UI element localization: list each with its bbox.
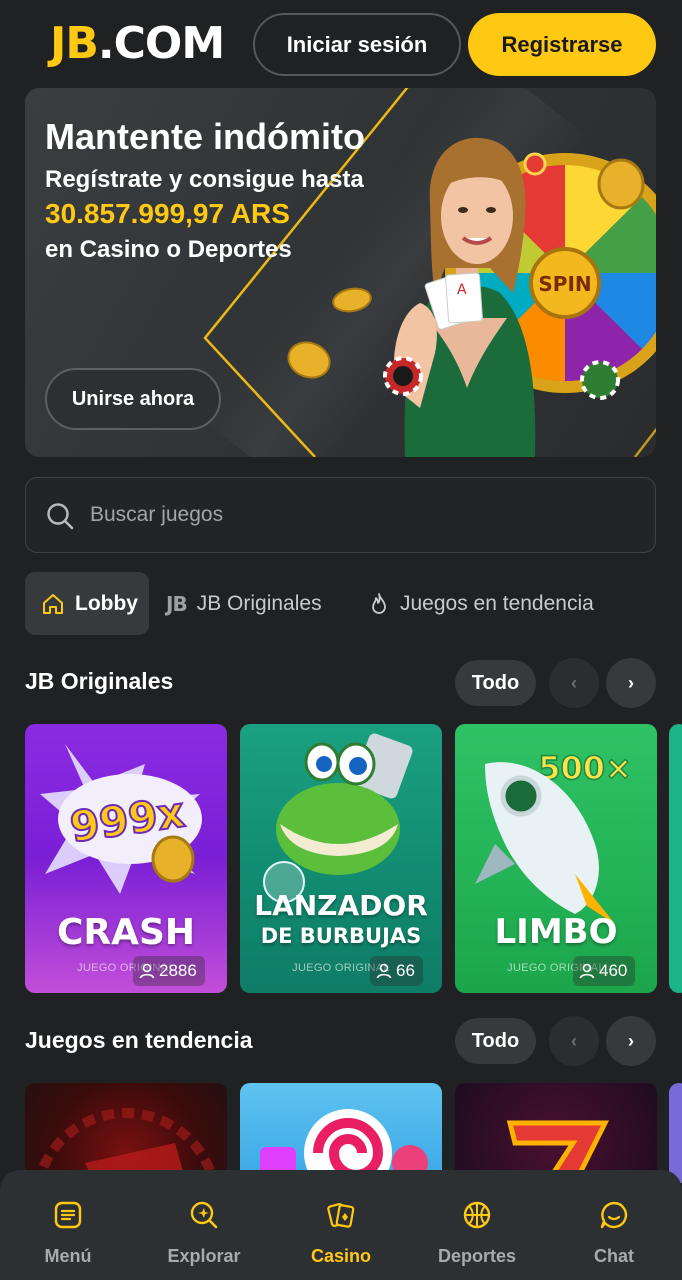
banner-subtitle-2: en Casino o Deportes: [45, 236, 292, 263]
wheel-spin-text: SPIN: [538, 272, 591, 296]
section-title-trending: Juegos en tendencia: [25, 1027, 253, 1053]
logo-com: .COM: [97, 18, 225, 69]
game-card-bubble-launcher[interactable]: LANZADOR DE BURBUJAS JUEGO ORIGINAL 66: [240, 724, 442, 993]
chat-icon: [600, 1201, 628, 1229]
trending-prev-button[interactable]: ‹: [549, 1016, 599, 1066]
join-now-button[interactable]: Unirse ahora: [45, 368, 221, 430]
explore-icon: [190, 1201, 218, 1229]
cards-icon: [327, 1203, 355, 1228]
tab-jb-originals-label: JB Originales: [196, 591, 322, 615]
svg-text:A: A: [457, 282, 467, 298]
flame-icon: [372, 592, 386, 614]
trending-game-card-2[interactable]: [240, 1083, 442, 1183]
tab-trending-games[interactable]: Juegos en tendencia: [368, 572, 594, 635]
game-title-bubble-launcher-line1: LANZADOR: [254, 889, 428, 922]
jb-logo[interactable]: JB.COM: [50, 18, 225, 70]
trending-next-button[interactable]: ›: [606, 1016, 656, 1066]
trending-game-3-artwork: [506, 1120, 610, 1183]
user-icon: [139, 963, 155, 979]
tab-lobby[interactable]: Lobby: [25, 572, 149, 635]
nav-chat-label: Chat: [594, 1246, 634, 1266]
players-count-limbo: 460: [599, 961, 628, 980]
user-icon: [579, 963, 595, 979]
tab-lobby-label: Lobby: [75, 591, 138, 615]
players-badge-bubble-launcher: 66: [370, 956, 423, 986]
originals-prev-button[interactable]: ‹: [549, 658, 599, 708]
home-icon: [43, 593, 63, 614]
nav-sports-label: Deportes: [437, 1246, 517, 1266]
nav-explore-label: Explorar: [167, 1246, 241, 1266]
trending-game-1-artwork: [33, 1108, 219, 1183]
nav-casino[interactable]: Casino: [276, 1170, 406, 1280]
game-card-crash[interactable]: 999x CRASH JUEGO ORIGINAL 2886: [25, 724, 227, 993]
players-badge-limbo: 460: [573, 956, 636, 986]
crocodile-artwork: [263, 733, 413, 903]
rocket-artwork: 500×: [475, 748, 633, 924]
search-input[interactable]: [90, 478, 640, 552]
originals-see-all-button[interactable]: Todo: [455, 660, 536, 706]
game-title-bubble-launcher-line2: DE BURBUJAS: [260, 924, 422, 948]
promo-banner[interactable]: SPIN A Mantente indómito Regístrate y co…: [25, 88, 656, 457]
nav-menu[interactable]: Menú: [3, 1170, 133, 1280]
login-button[interactable]: Iniciar sesión: [253, 13, 461, 76]
trending-game-2-artwork: [260, 1109, 428, 1183]
search-icon: [47, 503, 74, 530]
section-title-originals: JB Originales: [25, 668, 174, 694]
poker-chip-icon: [383, 356, 423, 396]
register-button[interactable]: Registrarse: [468, 13, 656, 76]
tab-jb-originals[interactable]: JB JB Originales: [166, 572, 322, 635]
basketball-icon: [463, 1201, 491, 1229]
logo-jb: JB: [50, 18, 99, 69]
game-card-limbo[interactable]: 500× LIMBO JUEGO ORIGINAL 460: [455, 724, 657, 993]
originals-next-button[interactable]: ›: [606, 658, 656, 708]
trending-see-all-button[interactable]: Todo: [455, 1018, 536, 1064]
players-count-crash: 2886: [159, 961, 197, 980]
trending-game-card-1[interactable]: [25, 1083, 227, 1183]
game-title-crash: CRASH: [56, 912, 196, 953]
banner-subtitle: Regístrate y consigue hasta: [45, 166, 364, 193]
tab-trending-label: Juegos en tendencia: [400, 591, 594, 615]
nav-casino-label: Casino: [310, 1246, 371, 1266]
nav-sports[interactable]: Deportes: [412, 1170, 542, 1280]
search-bar[interactable]: [25, 477, 656, 553]
nav-explore[interactable]: Explorar: [139, 1170, 269, 1280]
players-count-bubble-launcher: 66: [396, 961, 415, 980]
menu-icon: [54, 1201, 82, 1229]
banner-title: Mantente indómito: [45, 116, 365, 157]
game-card-partial[interactable]: [669, 724, 682, 993]
header: JB.COM Iniciar sesión Registrarse: [0, 0, 682, 88]
game-title-limbo: LIMBO: [494, 912, 618, 952]
banner-bonus-amount: 30.857.999,97 ARS: [45, 198, 290, 229]
jb-logo-icon: JB: [166, 591, 188, 616]
trending-game-card-partial[interactable]: [669, 1083, 682, 1183]
bottom-navigation: Menú Explorar Casino Deportes Chat: [0, 1170, 682, 1280]
nav-menu-label: Menú: [44, 1246, 92, 1266]
trending-game-card-3[interactable]: [455, 1083, 657, 1183]
user-icon: [376, 963, 392, 979]
nav-chat[interactable]: Chat: [549, 1170, 679, 1280]
players-badge-crash: 2886: [133, 956, 205, 986]
